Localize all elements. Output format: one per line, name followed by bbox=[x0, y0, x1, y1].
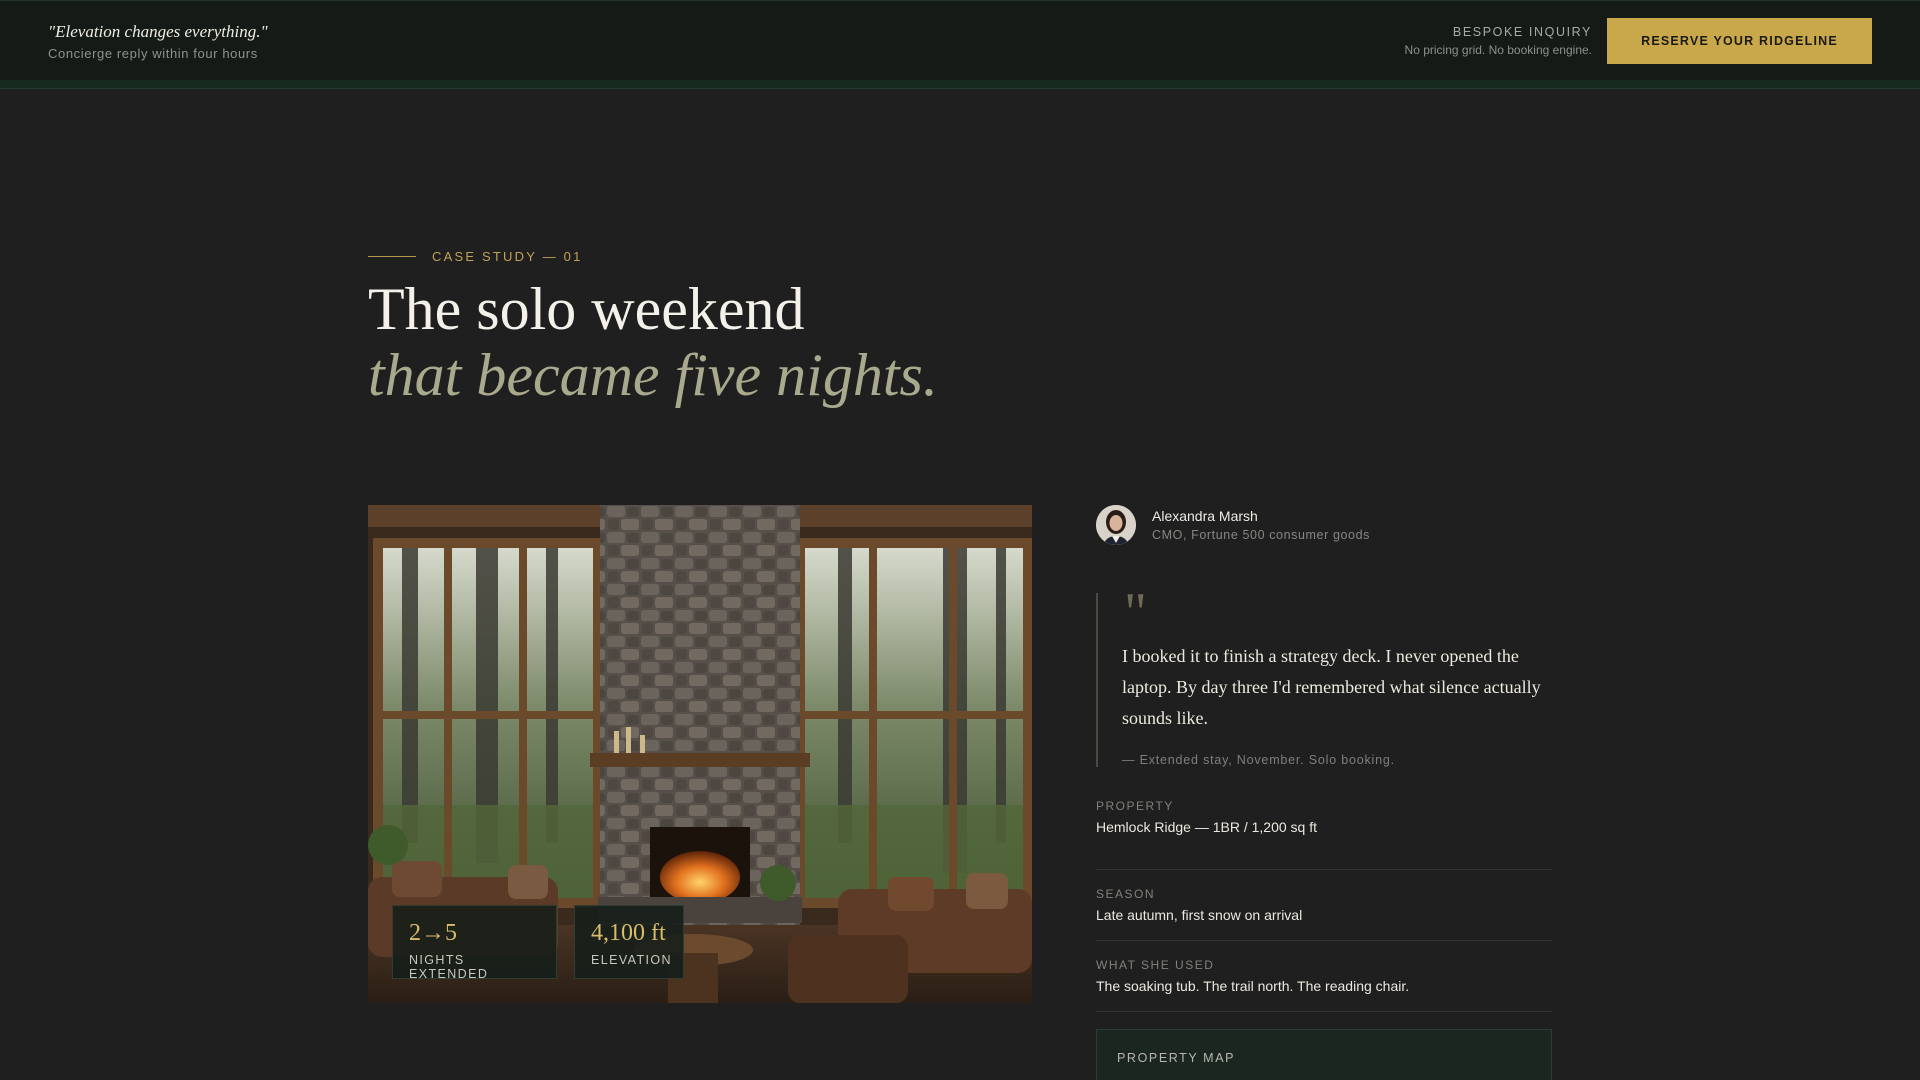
detail-property: PROPERTY Hemlock Ridge — 1BR / 1,200 sq … bbox=[1096, 799, 1552, 870]
avatar bbox=[1096, 505, 1136, 545]
stat-value: 2→5 bbox=[409, 920, 457, 946]
detail-season: SEASON Late autumn, first snow on arriva… bbox=[1096, 870, 1552, 941]
detail-label: WHAT SHE USED bbox=[1096, 958, 1215, 972]
inquiry-block: BESPOKE INQUIRY No pricing grid. No book… bbox=[1405, 25, 1592, 57]
header-divider bbox=[0, 80, 1920, 89]
concierge-note: Concierge reply within four hours bbox=[48, 46, 258, 61]
stat-nights-extended: 2→5 NIGHTS EXTENDED bbox=[392, 905, 557, 981]
quote-text: I booked it to finish a strategy deck. I… bbox=[1122, 646, 1541, 728]
brand-tagline: "Elevation changes everything." bbox=[48, 22, 268, 41]
quote-mark-icon: " bbox=[1124, 582, 1147, 644]
stat-value: 4,100 ft bbox=[591, 920, 666, 946]
stat-label: NIGHTS EXTENDED bbox=[409, 953, 489, 981]
author-name: Alexandra Marsh bbox=[1152, 508, 1258, 524]
detail-label: SEASON bbox=[1096, 887, 1156, 901]
eyebrow-rule bbox=[368, 256, 416, 257]
title-line-2: that became five nights. bbox=[368, 342, 938, 408]
title-line-1: The solo weekend bbox=[368, 276, 805, 342]
author-role: CMO, Fortune 500 consumer goods bbox=[1152, 528, 1371, 542]
testimonial-author: Alexandra Marsh CMO, Fortune 500 consume… bbox=[1096, 505, 1370, 545]
portrait-icon bbox=[1096, 505, 1136, 545]
stat-elevation: 4,100 ft ELEVATION bbox=[574, 905, 684, 979]
property-map-card[interactable]: PROPERTY MAP bbox=[1096, 1029, 1552, 1080]
detail-label: PROPERTY bbox=[1096, 799, 1174, 813]
inquiry-note: No pricing grid. No booking engine. bbox=[1404, 43, 1592, 57]
case-study-eyebrow: CASE STUDY — 01 bbox=[368, 249, 583, 264]
testimonial-quote: " I booked it to finish a strategy deck.… bbox=[1096, 585, 1552, 767]
detail-amenities: WHAT SHE USED The soaking tub. The trail… bbox=[1096, 941, 1552, 1012]
eyebrow-label: CASE STUDY — 01 bbox=[432, 249, 583, 264]
brand-block: "Elevation changes everything." Concierg… bbox=[48, 21, 268, 61]
page-title: The solo weekend that became five nights… bbox=[368, 276, 938, 408]
inquiry-label: BESPOKE INQUIRY bbox=[1452, 25, 1592, 39]
detail-value: The soaking tub. The trail north. The re… bbox=[1096, 978, 1410, 994]
detail-value: Late autumn, first snow on arrival bbox=[1096, 907, 1303, 923]
stay-details: PROPERTY Hemlock Ridge — 1BR / 1,200 sq … bbox=[1096, 799, 1552, 1012]
cabin-photo: 2→5 NIGHTS EXTENDED 4,100 ft ELEVATION bbox=[368, 505, 1032, 1003]
reserve-button[interactable]: RESERVE YOUR RIDGELINE bbox=[1607, 18, 1872, 64]
quote-citation: — Extended stay, November. Solo booking. bbox=[1122, 753, 1395, 767]
author-info: Alexandra Marsh CMO, Fortune 500 consume… bbox=[1152, 508, 1370, 542]
stat-label: ELEVATION bbox=[591, 953, 672, 967]
property-map-title: PROPERTY MAP bbox=[1117, 1051, 1236, 1065]
top-bar: "Elevation changes everything." Concierg… bbox=[0, 0, 1920, 80]
detail-value: Hemlock Ridge — 1BR / 1,200 sq ft bbox=[1096, 819, 1317, 835]
